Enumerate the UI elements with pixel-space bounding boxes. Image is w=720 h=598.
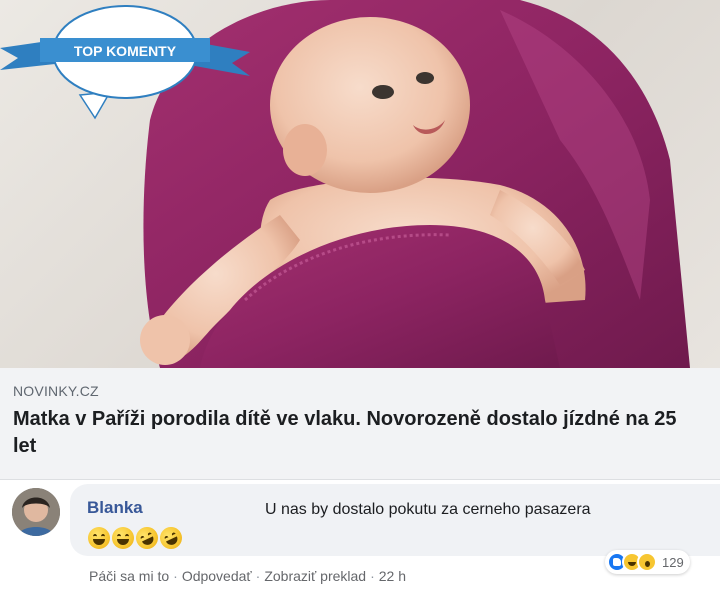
separator: ·	[370, 568, 375, 584]
translate-link[interactable]: Zobraziť preklad	[264, 568, 366, 584]
comment-text: U nas by dostalo pokutu za cerneho pasaz…	[265, 501, 591, 518]
comment-timestamp[interactable]: 22 h	[379, 568, 406, 584]
post-image[interactable]: TOP KOMENTY	[0, 0, 720, 368]
link-preview[interactable]: NOVINKY.CZ Matka v Paříži porodila dítě …	[0, 368, 720, 480]
comment-actions: Páči sa mi to · Odpovedať · Zobraziť pre…	[89, 568, 406, 584]
wow-icon	[637, 552, 657, 572]
separator: ·	[255, 568, 261, 584]
comment-emojis	[88, 523, 186, 553]
comment-bubble: Blanka U nas by dostalo pokutu za cerneh…	[70, 484, 720, 556]
avatar[interactable]	[12, 488, 60, 536]
link-source: NOVINKY.CZ	[13, 383, 99, 399]
comment: Blanka U nas by dostalo pokutu za cerneh…	[0, 480, 720, 598]
link-headline[interactable]: Matka v Paříži porodila dítě ve vlaku. N…	[13, 406, 703, 460]
grinning-face-icon	[112, 527, 134, 549]
reaction-count: 129	[662, 554, 684, 570]
separator: ·	[173, 568, 178, 584]
reaction-summary[interactable]: 129	[605, 550, 690, 574]
badge-label: TOP KOMENTY	[74, 43, 177, 59]
reply-link[interactable]: Odpovedať	[182, 568, 252, 584]
top-comments-badge: TOP KOMENTY	[0, 5, 250, 120]
like-link[interactable]: Páči sa mi to	[89, 568, 169, 584]
user-photo-icon	[12, 488, 60, 536]
rolling-on-floor-laughing-icon	[132, 523, 162, 553]
grinning-face-icon	[88, 527, 110, 549]
comment-author[interactable]: Blanka	[87, 498, 143, 518]
rolling-on-floor-laughing-icon	[156, 523, 186, 553]
